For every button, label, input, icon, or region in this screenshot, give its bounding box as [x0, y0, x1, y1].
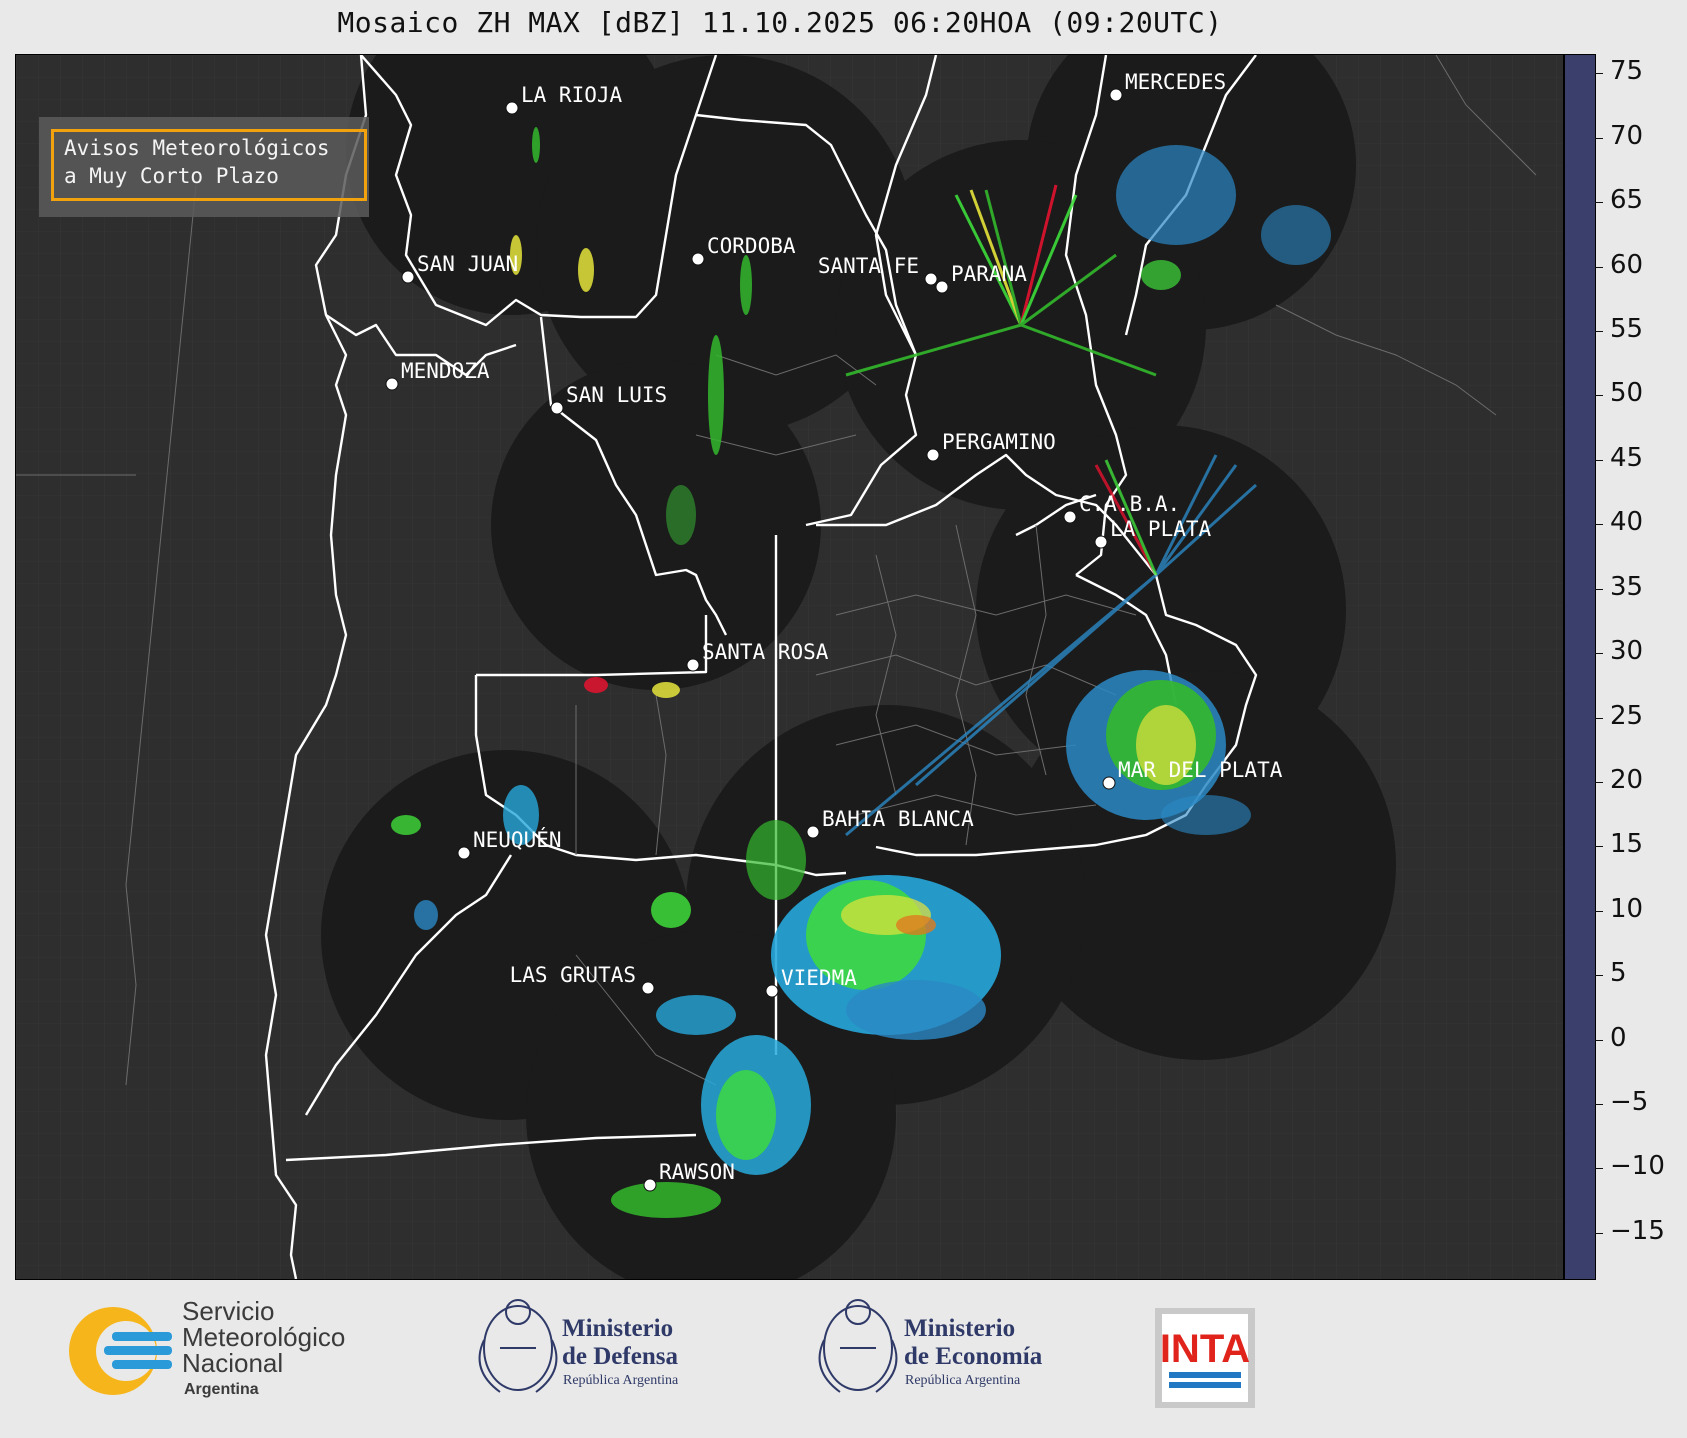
city-label-la-plata: LA PLATA [1110, 517, 1212, 541]
colorbar-tick-label: 15 [1610, 829, 1644, 860]
defensa-line-1: Ministerio [562, 1315, 673, 1342]
economia-line-3: República Argentina [905, 1373, 1021, 1388]
notice-frame: Avisos Meteorológicos a Muy Corto Plazo [51, 129, 367, 201]
colorbar-tick-mark [1595, 717, 1603, 719]
city-marker-cordoba [691, 252, 705, 266]
colorbar-tick-mark [1595, 137, 1603, 139]
city-label-mendoza: MENDOZA [401, 359, 490, 383]
city-label-la-rioja: LA RIOJA [521, 83, 623, 107]
economia-logo: Ministerio de Economía República Argenti… [818, 1299, 1043, 1393]
map-title: Mosaico ZH MAX [dBZ] 11.10.2025 06:20HOA… [337, 6, 1223, 39]
colorbar-tick-mark [1595, 331, 1603, 332]
colorbar-tick-label: −10 [1610, 1151, 1665, 1182]
colorbar-tick-label: 25 [1610, 700, 1644, 731]
city-marker-san-juan [401, 270, 415, 284]
city-marker-pergamino [926, 448, 940, 462]
colorbar-tick-label: 20 [1610, 764, 1644, 795]
colorbar-tick-label: 0 [1610, 1022, 1627, 1053]
economia-line-2: de Economía [904, 1343, 1043, 1370]
colorbar-tick-mark [1595, 1039, 1603, 1041]
colorbar-tick-mark [1595, 846, 1603, 848]
smn-name-line-3: Nacional [182, 1348, 283, 1378]
city-marker-santa-fe [924, 272, 938, 286]
colorbar-tick-mark [1595, 910, 1603, 912]
city-label-santa-rosa: SANTA ROSA [702, 640, 829, 664]
colorbar-tick-mark [1595, 524, 1603, 526]
colorbar-tick-label: 50 [1610, 378, 1644, 409]
colorbar-tick-mark [1595, 653, 1603, 655]
city-marker-las-grutas [641, 981, 655, 995]
city-label-bahia-blanca: BAHIA BLANCA [822, 807, 974, 831]
colorbar-tick-mark [1595, 781, 1603, 783]
smn-name-line-4: Argentina [184, 1381, 259, 1398]
radar-map[interactable]: LA RIOJA MERCEDES SAN JUAN CORDOBA SANTA FE P… [15, 54, 1564, 1280]
city-marker-mar-del-plata [1102, 776, 1116, 790]
radar-map-canvas: LA RIOJA MERCEDES SAN JUAN CORDOBA SANTA FE P… [16, 55, 1563, 1279]
colorbar-tick-mark [1595, 588, 1603, 590]
colorbar-tick-label: 40 [1610, 507, 1644, 538]
city-label-neuqu-n: NEUQUÉN [473, 827, 562, 852]
inta-logo: INTA [1155, 1308, 1255, 1408]
city-label-san-luis: SAN LUIS [566, 383, 667, 407]
colorbar-tick-mark [1595, 975, 1603, 977]
institution-logos: Servicio Meteorológico Nacional Argentin… [69, 1296, 1255, 1408]
defensa-logo: Ministerio de Defensa República Argentin… [478, 1299, 679, 1393]
colorbar-tick-label: 45 [1610, 442, 1644, 473]
colorbar-tick-label: 70 [1610, 120, 1644, 151]
city-label-pergamino: PERGAMINO [942, 430, 1056, 454]
colorbar-tick-mark [1595, 1168, 1603, 1170]
colorbar-tick-label: −15 [1610, 1215, 1665, 1246]
colorbar-tick-label: −5 [1610, 1087, 1649, 1118]
city-marker-neuqu-n [457, 846, 471, 860]
city-label-mercedes: MERCEDES [1125, 70, 1226, 94]
notice-line-2: a Muy Corto Plazo [64, 164, 279, 188]
coat-of-arms-icon [818, 1299, 898, 1393]
reflectivity-colorbar [1564, 54, 1596, 1280]
city-marker-san-luis [550, 401, 564, 415]
city-marker-mendoza [385, 377, 399, 391]
smn-logo: Servicio Meteorológico Nacional Argentin… [69, 1296, 345, 1398]
city-label-mar-del-plata: MAR DEL PLATA [1118, 758, 1283, 782]
colorbar-tick-label: 60 [1610, 249, 1644, 280]
city-label-c-a-b-a: C.A.B.A. [1079, 492, 1180, 516]
colorbar-tick-mark [1595, 266, 1603, 268]
city-marker-rawson [643, 1178, 657, 1192]
city-label-viedma: VIEDMA [781, 966, 857, 990]
colorbar-tick-label: 65 [1610, 185, 1644, 216]
colorbar-tick-mark [1595, 459, 1603, 461]
city-marker-bahia-blanca [806, 825, 820, 839]
colorbar-tick-label: 30 [1610, 636, 1644, 667]
inta-label: INTA [1160, 1327, 1250, 1371]
coat-of-arms-icon [478, 1299, 558, 1393]
city-label-rawson: RAWSON [659, 1160, 735, 1184]
colorbar-tick-label: 75 [1610, 56, 1644, 87]
colorbar-tick-mark [1595, 202, 1603, 204]
colorbar-tick-label: 10 [1610, 893, 1644, 924]
colorbar-tick-mark [1595, 1232, 1603, 1234]
city-marker-santa-rosa [686, 658, 700, 672]
city-label-cordoba: CORDOBA [707, 234, 796, 258]
city-marker-mercedes [1109, 88, 1123, 102]
city-marker-viedma [765, 984, 779, 998]
colorbar-tick-mark [1595, 1104, 1603, 1106]
colorbar-tick-mark [1595, 395, 1603, 397]
city-marker-la-plata [1094, 535, 1108, 549]
defensa-line-2: de Defensa [562, 1343, 678, 1370]
city-label-parana: PARANA [951, 262, 1027, 286]
city-marker-la-rioja [505, 101, 519, 115]
colorbar-tick-label: 55 [1610, 314, 1644, 344]
colorbar-tick-mark [1595, 73, 1603, 75]
notice-panel: Avisos Meteorológicos a Muy Corto Plazo [39, 117, 369, 217]
city-label-san-juan: SAN JUAN [417, 252, 518, 276]
colorbar-tick-label: 35 [1610, 571, 1644, 602]
notice-line-1: Avisos Meteorológicos [64, 136, 330, 160]
economia-line-1: Ministerio [904, 1315, 1015, 1342]
city-label-las-grutas: LAS GRUTAS [510, 963, 636, 987]
defensa-line-3: República Argentina [563, 1373, 679, 1388]
city-marker-c-a-b-a [1063, 510, 1077, 524]
city-label-santa-fe: SANTA FE [818, 254, 919, 278]
colorbar-tick-label: 5 [1610, 958, 1627, 989]
city-marker-parana [935, 280, 949, 294]
